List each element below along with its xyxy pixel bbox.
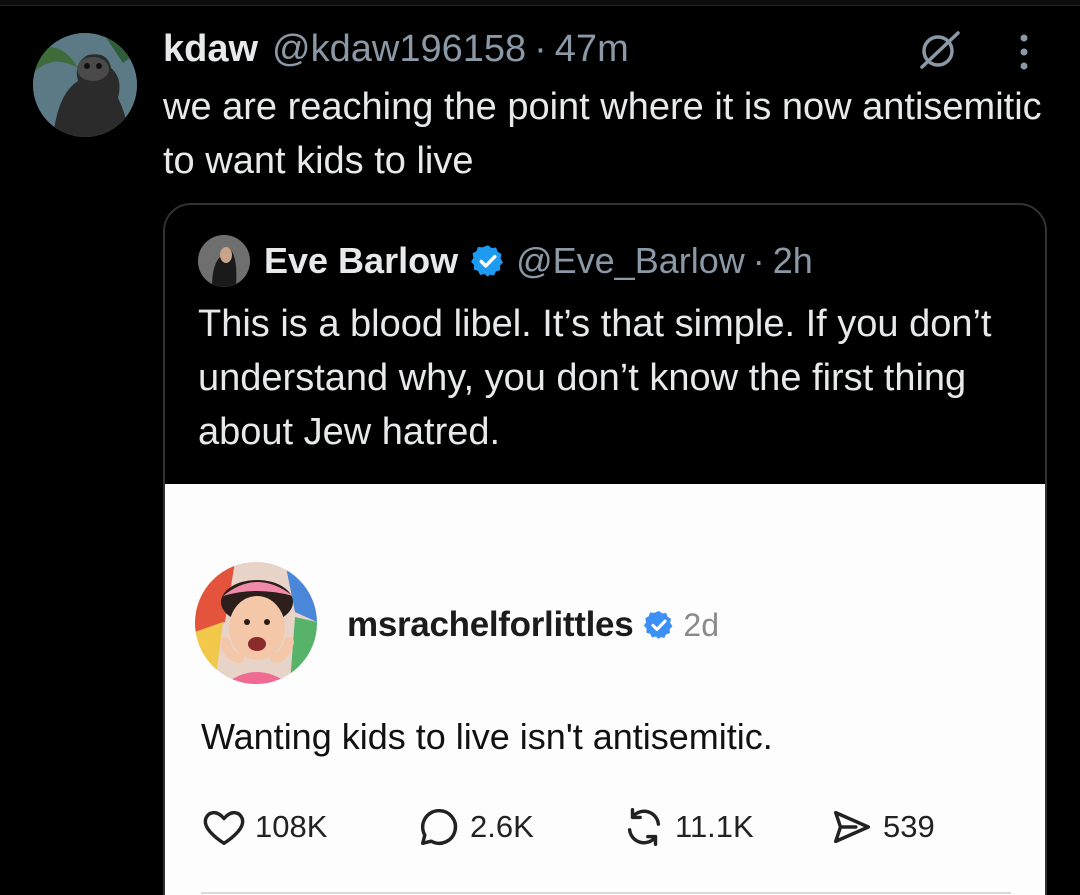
like-count: 108K (255, 809, 328, 844)
repost-icon (627, 808, 661, 846)
grok-icon[interactable] (916, 30, 964, 70)
quoted-tweet-card[interactable]: Eve Barlow @Eve_Barlow · 2h This is a bl… (163, 203, 1047, 895)
embedded-post-image[interactable]: msrachelforlittles 2d Wanting kids to li… (165, 484, 1045, 895)
embedded-time: 2d (683, 606, 719, 643)
separator-dot: · (534, 27, 547, 70)
embedded-avatar (195, 562, 317, 684)
tweet-header: kdaw @kdaw196158 · 47m (163, 24, 629, 74)
embedded-repost: 11.1K (621, 802, 754, 852)
share-icon (833, 810, 871, 844)
embedded-comment: 2.6K (416, 802, 534, 852)
comment-icon (420, 808, 458, 846)
embedded-username: msrachelforlittles (347, 605, 634, 644)
tweet-time[interactable]: 47m (555, 28, 629, 71)
share-count: 539 (883, 809, 935, 844)
quote-text: This is a blood libel. It’s that simple.… (198, 303, 992, 453)
author-name[interactable]: kdaw (163, 28, 258, 71)
embedded-action-bar: 108K 2.6K 11.1K 539 (201, 802, 1021, 852)
tweet-text: we are reaching the point where it is no… (163, 86, 1042, 182)
verified-badge-icon (470, 243, 506, 279)
embedded-share: 539 (829, 802, 935, 852)
quote-time[interactable]: 2h (773, 240, 813, 282)
comment-count: 2.6K (470, 809, 534, 844)
embedded-post-text: Wanting kids to live isn't antisemitic. (201, 716, 773, 757)
author-avatar[interactable] (33, 33, 137, 137)
embedded-divider (201, 892, 1011, 894)
embedded-user-row: msrachelforlittles 2d (347, 600, 719, 650)
quote-author-name[interactable]: Eve Barlow (264, 240, 458, 282)
more-icon[interactable] (1004, 30, 1044, 74)
top-divider (0, 0, 1080, 6)
quote-author-avatar[interactable] (198, 235, 250, 287)
quote-author-handle[interactable]: @Eve_Barlow (516, 240, 745, 282)
embedded-like: 108K (201, 802, 327, 852)
embedded-verified-badge-icon (643, 609, 675, 641)
heart-icon (203, 810, 245, 846)
author-handle[interactable]: @kdaw196158 (272, 28, 526, 71)
quote-separator-dot: · (752, 240, 765, 281)
repost-count: 11.1K (675, 809, 754, 844)
quote-header: Eve Barlow @Eve_Barlow · 2h (198, 233, 813, 289)
